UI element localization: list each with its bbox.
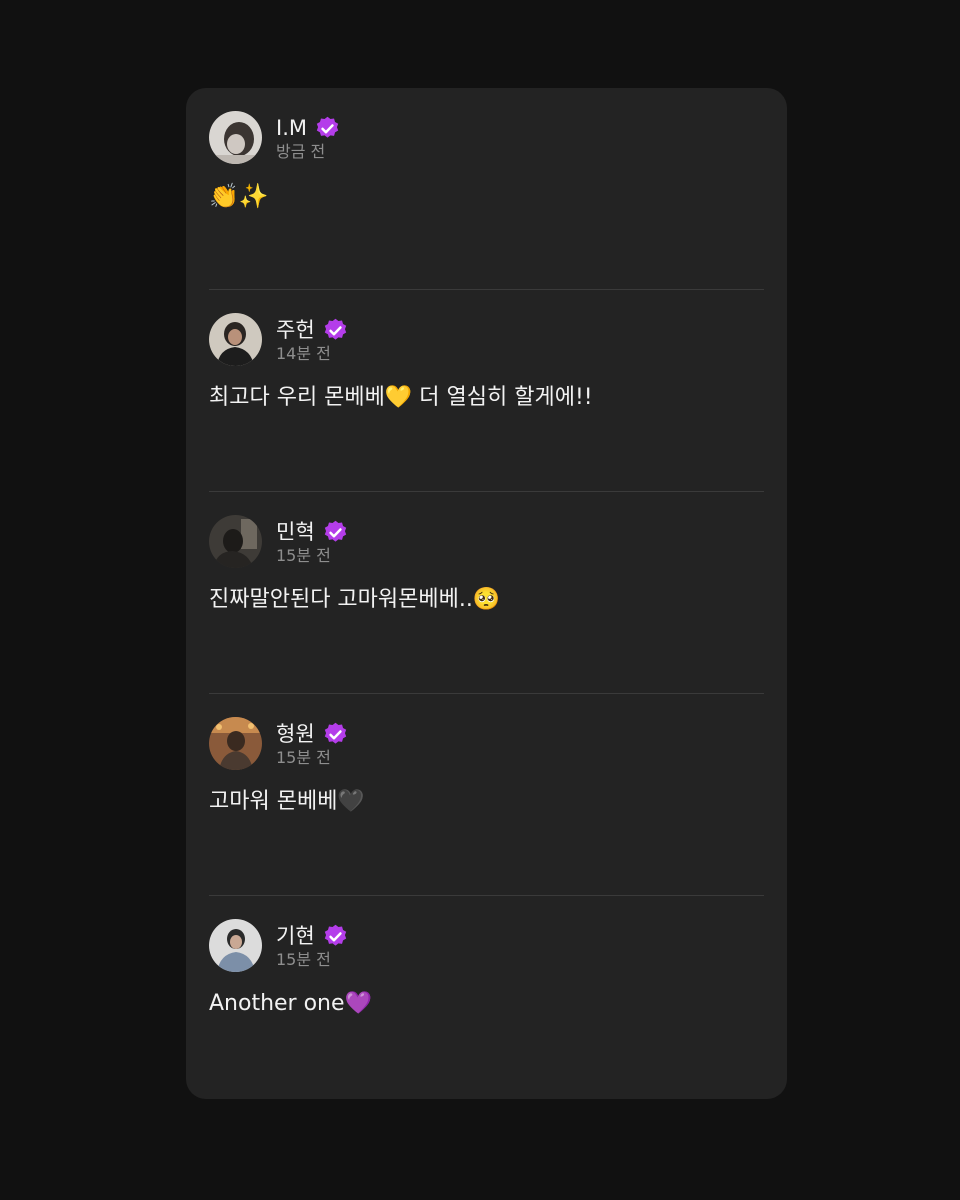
reply-item[interactable]: 주헌 14분 전 최고다 우리 몬베베💛 더 열심히 할게에!! bbox=[186, 290, 787, 492]
verified-badge-icon bbox=[324, 722, 346, 744]
avatar[interactable] bbox=[209, 111, 262, 164]
reply-item[interactable]: 기현 15분 전 Another one💜 bbox=[186, 896, 787, 1098]
reply-item[interactable]: I.M 방금 전 👏✨ bbox=[186, 88, 787, 290]
timestamp: 15분 전 bbox=[276, 950, 331, 969]
author-row: 민혁 bbox=[276, 518, 349, 546]
reply-text: 고마워 몬베베🖤 bbox=[209, 789, 365, 814]
reply-text: 진짜말안된다 고마워몬베베..🥺 bbox=[209, 587, 501, 612]
timestamp: 방금 전 bbox=[276, 142, 326, 161]
author-name[interactable]: I.M bbox=[276, 114, 307, 142]
author-row: 주헌 bbox=[276, 316, 349, 344]
reply-item[interactable]: 형원 15분 전 고마워 몬베베🖤 bbox=[186, 694, 787, 896]
reply-text: 최고다 우리 몬베베💛 더 열심히 할게에!! bbox=[209, 385, 593, 410]
reply-text: 👏✨ bbox=[209, 182, 269, 210]
verified-badge-icon bbox=[324, 924, 346, 946]
avatar[interactable] bbox=[209, 717, 262, 770]
timestamp: 14분 전 bbox=[276, 344, 331, 363]
reply-item[interactable]: 민혁 15분 전 진짜말안된다 고마워몬베베..🥺 bbox=[186, 492, 787, 694]
timestamp: 15분 전 bbox=[276, 546, 331, 565]
reply-text: Another one💜 bbox=[209, 991, 372, 1016]
verified-badge-icon bbox=[324, 520, 346, 542]
author-name[interactable]: 기현 bbox=[276, 922, 315, 950]
reply-card: I.M 방금 전 👏✨ 주헌 14분 전 최고다 우리 몬베베💛 더 열심히 할… bbox=[186, 88, 787, 1099]
author-row: 기현 bbox=[276, 922, 349, 950]
verified-badge-icon bbox=[324, 318, 346, 340]
author-name[interactable]: 형원 bbox=[276, 720, 315, 748]
verified-badge-icon bbox=[316, 116, 339, 138]
author-name[interactable]: 주헌 bbox=[276, 316, 315, 344]
author-row: I.M bbox=[276, 114, 341, 142]
timestamp: 15분 전 bbox=[276, 748, 331, 767]
avatar[interactable] bbox=[209, 515, 262, 568]
avatar[interactable] bbox=[209, 919, 262, 972]
avatar[interactable] bbox=[209, 313, 262, 366]
author-row: 형원 bbox=[276, 720, 349, 748]
author-name[interactable]: 민혁 bbox=[276, 518, 315, 546]
